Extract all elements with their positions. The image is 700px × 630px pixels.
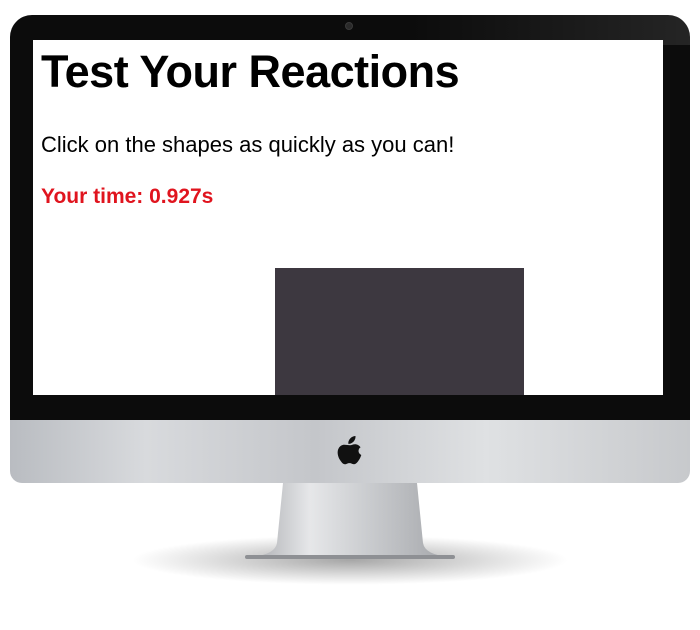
monitor-mockup: Test Your Reactions Click on the shapes … [0, 0, 700, 630]
target-shape[interactable] [275, 268, 524, 395]
page-title: Test Your Reactions [41, 46, 460, 97]
reaction-time-label: Your time: [41, 185, 150, 208]
camera-icon [345, 22, 353, 30]
reaction-time-value: 0.927s [149, 185, 214, 208]
apple-logo-icon [337, 436, 362, 465]
monitor-stand [245, 483, 455, 559]
instructions-text: Click on the shapes as quickly as you ca… [41, 132, 455, 157]
reaction-time: Your time: 0.927s [41, 185, 213, 209]
screen: Test Your Reactions Click on the shapes … [33, 40, 663, 395]
